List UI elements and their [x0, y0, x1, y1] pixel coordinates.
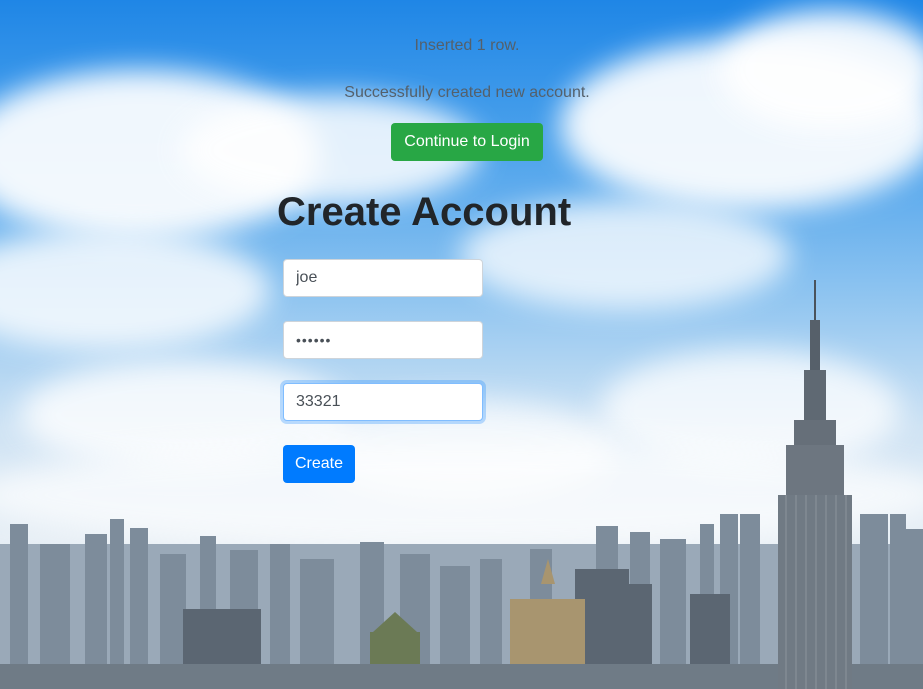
- empire-state-building-image: [778, 280, 852, 689]
- zip-code-input[interactable]: [283, 383, 483, 421]
- continue-to-login-button[interactable]: Continue to Login: [391, 123, 543, 161]
- insert-status-message: Inserted 1 row.: [414, 37, 520, 54]
- password-input[interactable]: [283, 321, 483, 359]
- username-input[interactable]: [283, 259, 483, 297]
- page-title: Create Account: [277, 190, 572, 234]
- create-account-button[interactable]: Create: [283, 445, 355, 483]
- account-created-message: Successfully created new account.: [344, 84, 590, 101]
